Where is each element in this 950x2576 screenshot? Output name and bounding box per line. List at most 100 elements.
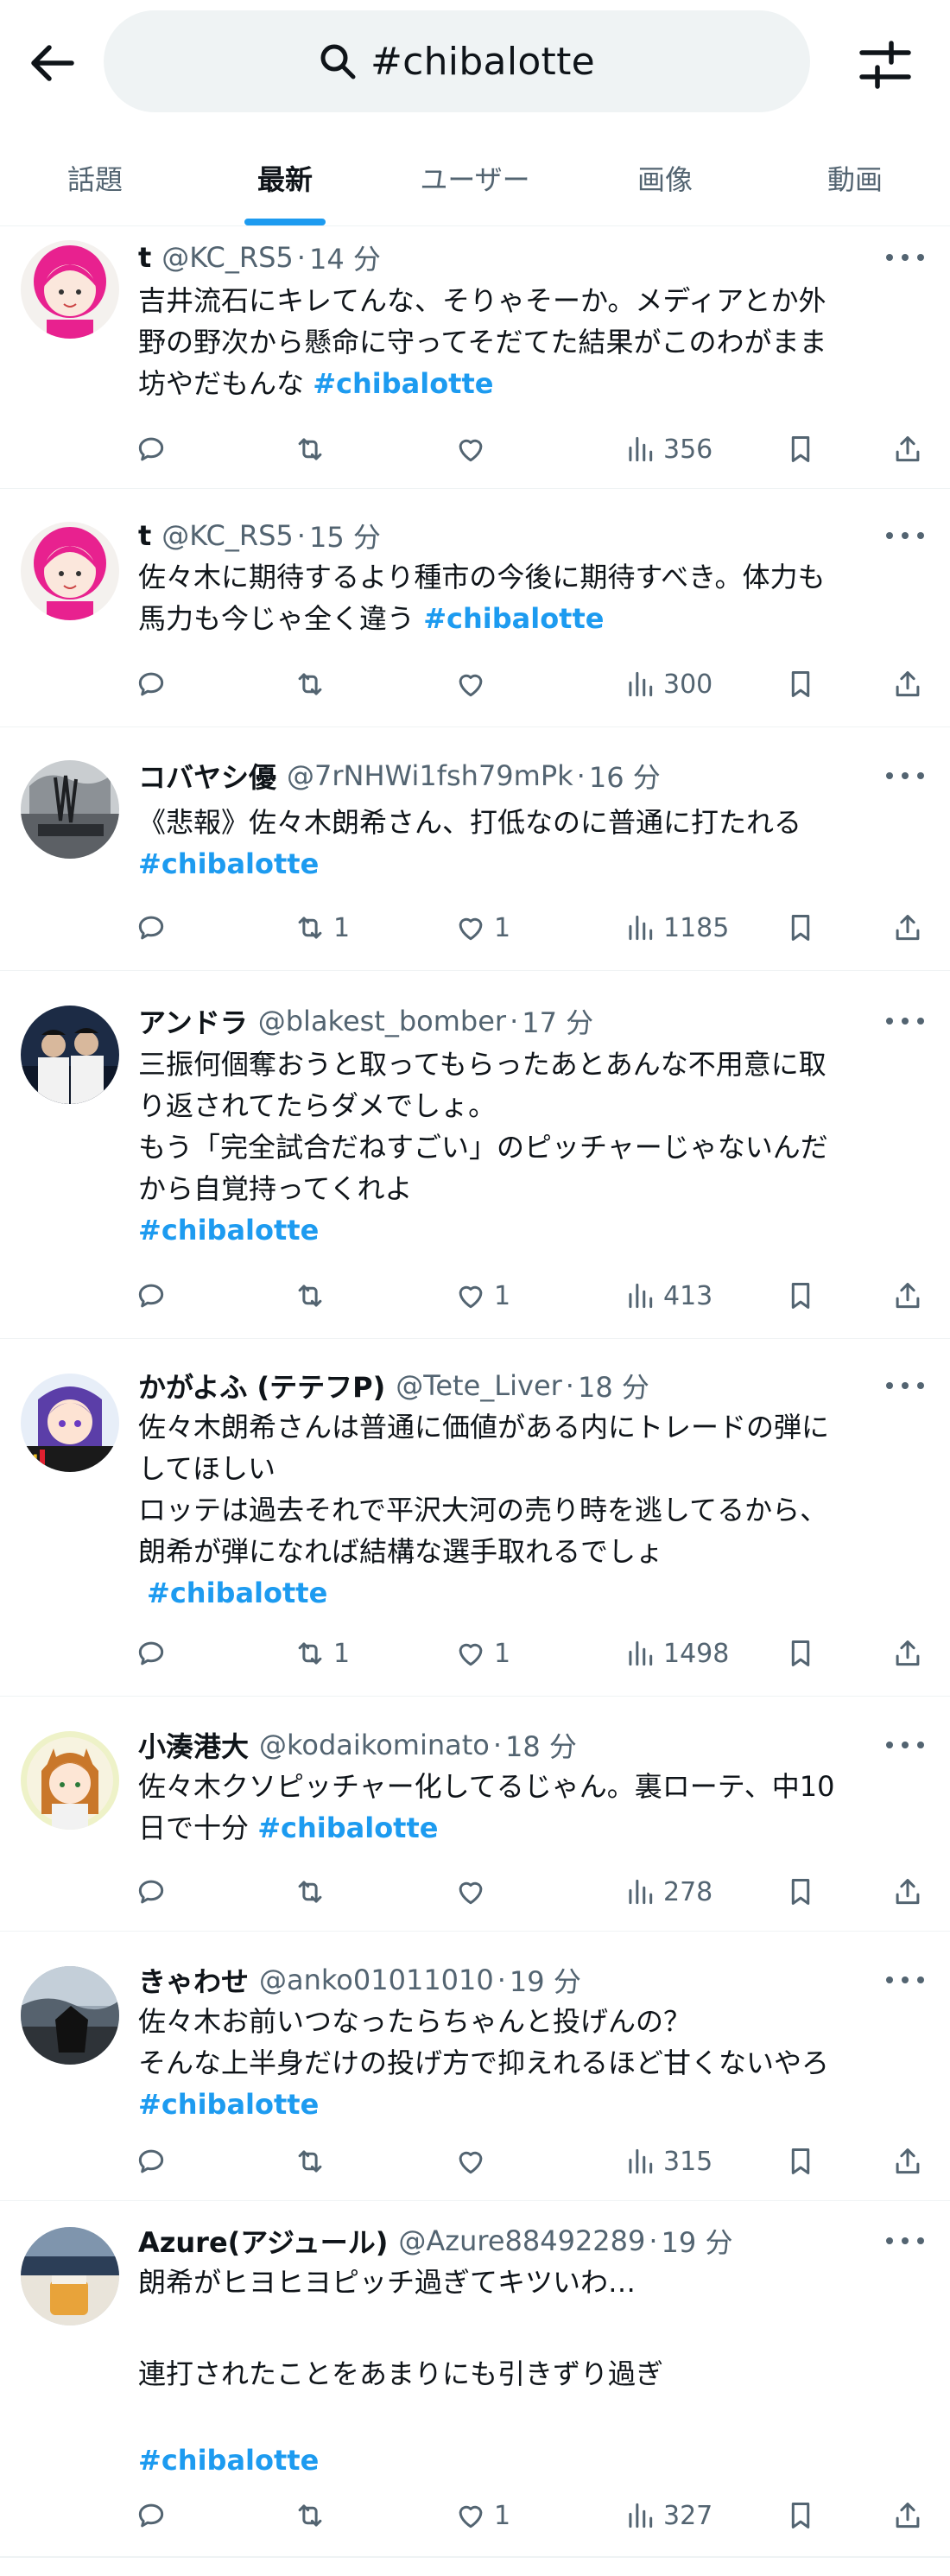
retweet-button[interactable] [294, 665, 333, 703]
search-filter-button[interactable] [846, 26, 924, 104]
like-button[interactable] [454, 2142, 494, 2180]
user-handle[interactable]: @blakest_bomber [258, 1005, 506, 1037]
tweet[interactable]: Azure(アジュール) @Azure88492289 · 19 分 朗希がヒヨ… [0, 2201, 950, 2557]
user-handle[interactable]: @Azure88492289 [398, 2224, 645, 2257]
timestamp[interactable]: 19 分 [510, 1960, 581, 2000]
user-handle[interactable]: @KC_RS5 [162, 241, 293, 274]
hashtag-link[interactable]: #chibalotte [257, 1811, 438, 1844]
bookmark-button[interactable] [784, 430, 817, 468]
share-button[interactable] [891, 1634, 924, 1672]
hashtag-link[interactable]: #chibalotte [138, 2444, 319, 2477]
views-button[interactable]: 300 [624, 665, 712, 703]
display-name[interactable]: きゃわせ [138, 1960, 249, 2000]
timestamp[interactable]: 17 分 [522, 1001, 593, 1041]
timestamp[interactable]: 18 分 [505, 1725, 577, 1765]
tweet[interactable]: M かがよふ (テテフP) @Tete_Liver · 18 分 佐々木朗希さん… [0, 1339, 950, 1697]
like-button[interactable] [454, 1873, 494, 1911]
tab-media[interactable]: 画像 [570, 130, 760, 225]
tab-latest[interactable]: 最新 [190, 130, 380, 225]
more-options-icon[interactable] [886, 1971, 924, 1989]
like-button[interactable]: 1 [454, 1277, 510, 1315]
tweet[interactable]: コバヤシ優 @7rNHWi1fsh79mPk · 16 分 《悲報》佐々木朗希さ… [0, 727, 950, 971]
timestamp[interactable]: 18 分 [578, 1366, 649, 1405]
bookmark-button[interactable] [784, 1873, 817, 1911]
timestamp[interactable]: 14 分 [309, 238, 381, 277]
share-button[interactable] [891, 1873, 924, 1911]
user-handle[interactable]: @kodaikominato [259, 1729, 490, 1761]
bookmark-button[interactable] [784, 909, 817, 947]
retweet-button[interactable] [294, 2142, 333, 2180]
tweet[interactable]: 小湊港大 @kodaikominato · 18 分 佐々木クソピッチャー化して… [0, 1697, 950, 1932]
avatar[interactable] [21, 1731, 119, 1830]
views-button[interactable]: 413 [624, 1277, 712, 1315]
like-button[interactable]: 1 [454, 1634, 510, 1672]
retweet-button[interactable] [294, 1873, 333, 1911]
retweet-button[interactable]: 1 [294, 1634, 350, 1672]
display-name[interactable]: t [138, 519, 151, 552]
bookmark-button[interactable] [784, 665, 817, 703]
timestamp[interactable]: 15 分 [309, 516, 381, 555]
hashtag-link[interactable]: #chibalotte [147, 1577, 327, 1609]
retweet-button[interactable] [294, 2497, 333, 2535]
avatar[interactable] [21, 1966, 119, 2065]
tweet[interactable]: きゃわせ @anko01011010 · 19 分 佐々木お前いつなったらちゃん… [0, 1932, 950, 2201]
more-options-icon[interactable] [886, 1377, 924, 1394]
retweet-button[interactable] [294, 430, 333, 468]
avatar[interactable] [21, 1006, 119, 1104]
like-button[interactable]: 1 [454, 909, 510, 947]
timestamp[interactable]: 19 分 [662, 2221, 733, 2261]
avatar[interactable] [21, 522, 119, 620]
views-button[interactable]: 1185 [624, 909, 729, 947]
display-name[interactable]: アンドラ [138, 1001, 248, 1041]
hashtag-link[interactable]: #chibalotte [138, 2088, 319, 2121]
display-name[interactable]: 小湊港大 [138, 1725, 249, 1765]
search-input[interactable]: #chibalotte [104, 10, 810, 112]
retweet-button[interactable]: 1 [294, 909, 350, 947]
avatar[interactable]: M [21, 1374, 119, 1472]
bookmark-button[interactable] [784, 1277, 817, 1315]
more-options-icon[interactable] [886, 1736, 924, 1754]
back-button[interactable] [19, 30, 85, 96]
avatar[interactable] [21, 760, 119, 859]
display-name[interactable]: Azure(アジュール) [138, 2221, 388, 2261]
tab-videos[interactable]: 動画 [760, 130, 950, 225]
share-button[interactable] [891, 1277, 924, 1315]
hashtag-link[interactable]: #chibalotte [138, 847, 319, 880]
bookmark-button[interactable] [784, 2142, 817, 2180]
avatar[interactable] [21, 240, 119, 339]
like-button[interactable] [454, 665, 494, 703]
more-options-icon[interactable] [886, 527, 924, 544]
more-options-icon[interactable] [886, 2232, 924, 2249]
user-handle[interactable]: @7rNHWi1fsh79mPk [287, 759, 573, 792]
more-options-icon[interactable] [886, 767, 924, 784]
reply-button[interactable] [135, 1634, 168, 1672]
bookmark-button[interactable] [784, 1634, 817, 1672]
views-button[interactable]: 356 [624, 430, 712, 468]
avatar[interactable] [21, 2227, 119, 2325]
like-button[interactable]: 1 [454, 2497, 510, 2535]
views-button[interactable]: 1498 [624, 1634, 729, 1672]
user-handle[interactable]: @Tete_Liver [396, 1369, 562, 1402]
share-button[interactable] [891, 665, 924, 703]
tab-people[interactable]: ユーザー [380, 130, 570, 225]
bookmark-button[interactable] [784, 2497, 817, 2535]
views-button[interactable]: 278 [624, 1873, 712, 1911]
reply-button[interactable] [135, 665, 168, 703]
display-name[interactable]: かがよふ (テテフP) [138, 1366, 385, 1405]
reply-button[interactable] [135, 2142, 168, 2180]
reply-button[interactable] [135, 430, 168, 468]
reply-button[interactable] [135, 909, 168, 947]
share-button[interactable] [891, 430, 924, 468]
share-button[interactable] [891, 2497, 924, 2535]
views-button[interactable]: 327 [624, 2497, 712, 2535]
retweet-button[interactable] [294, 1277, 333, 1315]
display-name[interactable]: コバヤシ優 [138, 756, 276, 796]
views-button[interactable]: 315 [624, 2142, 712, 2180]
reply-button[interactable] [135, 2497, 168, 2535]
hashtag-link[interactable]: #chibalotte [423, 602, 604, 635]
tweet[interactable]: t @KC_RS5 · 15 分 佐々木に期待するより種市の今後に期待すべき。体… [0, 489, 950, 727]
tweet[interactable]: アンドラ @blakest_bomber · 17 分 三振何個奪おうと取っても… [0, 971, 950, 1339]
more-options-icon[interactable] [886, 249, 924, 266]
display-name[interactable]: t [138, 241, 151, 274]
share-button[interactable] [891, 909, 924, 947]
